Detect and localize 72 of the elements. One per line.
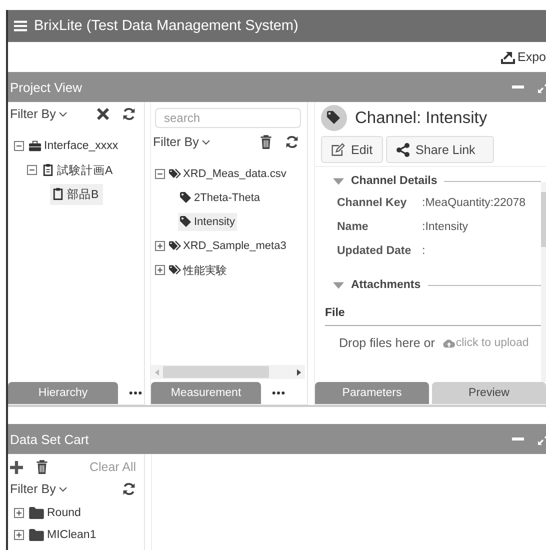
export-button[interactable]: Expo — [500, 50, 546, 64]
tags-icon — [169, 168, 181, 180]
tree-item[interactable]: 性能実験 — [167, 260, 229, 280]
chevron-down-icon — [58, 486, 67, 492]
search-field[interactable]: search — [155, 108, 301, 128]
caret-down-icon[interactable] — [333, 282, 344, 288]
more-icon[interactable] — [272, 391, 285, 395]
preview-tab[interactable]: Preview — [432, 382, 546, 404]
channel-title: Channel: Intensity — [355, 108, 488, 128]
edit-button[interactable]: Edit — [321, 136, 383, 163]
field-value: : — [422, 245, 426, 257]
edit-icon — [331, 142, 345, 156]
horizontal-scrollbar[interactable] — [151, 365, 305, 379]
drop-hint: Drop files here or — [339, 336, 435, 350]
tree-item[interactable]: Interface_xxxx — [27, 137, 122, 155]
briefcase-icon — [29, 140, 41, 152]
tree-item[interactable]: Round — [27, 504, 85, 522]
clipboard-icon — [42, 164, 54, 176]
field-value: :Intensity — [422, 221, 470, 233]
scroll-right-icon[interactable] — [297, 368, 301, 376]
more-icon[interactable] — [129, 391, 142, 395]
clipboard-icon — [52, 188, 64, 200]
section-title: Attachments — [351, 279, 421, 291]
field-label: Name — [337, 221, 370, 233]
chevron-down-icon — [58, 112, 67, 116]
expand-icon[interactable] — [14, 530, 24, 540]
close-icon[interactable] — [96, 107, 110, 121]
panel-title: Project View — [10, 80, 82, 94]
chevron-down-icon — [202, 140, 210, 144]
collapse-icon[interactable] — [14, 141, 24, 151]
file-heading: File — [325, 307, 345, 319]
tag-icon — [321, 105, 347, 131]
app-title: BrixLite (Test Data Management System) — [34, 18, 298, 34]
vertical-scrollbar[interactable] — [541, 182, 546, 382]
expand-icon[interactable] — [14, 508, 24, 518]
share-link-button[interactable]: Share Link — [386, 136, 494, 163]
field-label: Updated Date — [337, 245, 412, 257]
tree-item[interactable]: 試験計画A — [40, 160, 117, 180]
cloud-upload-icon — [442, 338, 455, 348]
tree-item[interactable]: XRD_Meas_data.csv — [167, 165, 288, 183]
caret-down-icon[interactable] — [333, 178, 344, 184]
expand-icon[interactable] — [155, 241, 165, 251]
filter-dropdown[interactable]: Filter By — [10, 482, 67, 496]
add-icon[interactable] — [10, 460, 23, 474]
folder-icon — [29, 507, 44, 519]
trash-icon[interactable] — [259, 135, 273, 149]
section-title: Channel Details — [351, 175, 438, 187]
export-icon — [500, 50, 514, 64]
collapse-icon[interactable] — [27, 165, 37, 175]
trash-icon[interactable] — [35, 460, 49, 474]
tree-item[interactable]: XRD_Sample_meta3 — [167, 237, 288, 255]
collapse-icon[interactable] — [155, 169, 165, 179]
refresh-icon[interactable] — [122, 107, 136, 121]
filter-dropdown[interactable]: Filter By — [153, 135, 210, 149]
tag-icon — [180, 216, 192, 228]
filter-dropdown[interactable]: Filter By — [10, 107, 67, 121]
panel-title: Data Set Cart — [10, 432, 89, 446]
refresh-icon[interactable] — [285, 135, 299, 149]
share-icon — [396, 142, 410, 156]
refresh-icon[interactable] — [122, 482, 136, 496]
tags-icon — [169, 264, 181, 276]
tree-item[interactable]: Intensity — [178, 213, 237, 231]
tree-item[interactable]: MIClean1 — [27, 526, 100, 544]
expand-icon[interactable] — [155, 265, 165, 275]
tree-item[interactable]: 2Theta-Theta — [178, 189, 262, 207]
field-value: :MeaQuantity:22078 — [422, 197, 527, 209]
tags-icon — [169, 240, 181, 252]
folder-icon — [29, 529, 44, 541]
tree-item[interactable]: 部品B — [50, 184, 103, 204]
tag-icon — [180, 192, 192, 204]
field-label: Channel Key — [337, 197, 408, 209]
menu-icon[interactable] — [14, 20, 27, 32]
